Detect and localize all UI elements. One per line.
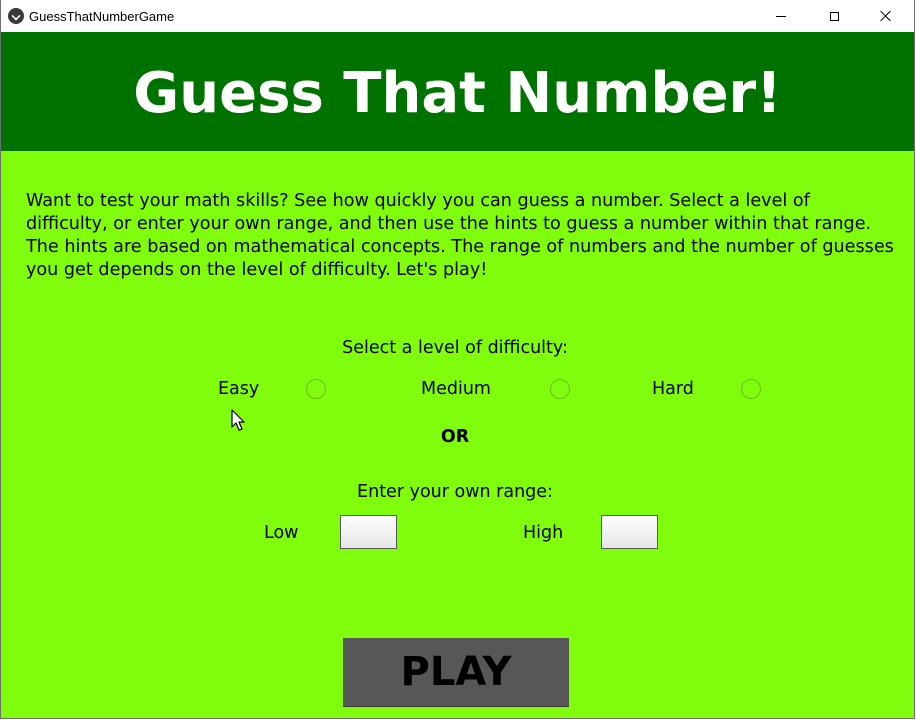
maximize-button[interactable] xyxy=(811,0,857,32)
range-prompt: Enter your own range: xyxy=(357,482,553,502)
minimize-icon xyxy=(776,15,786,17)
app-logo-icon xyxy=(8,8,24,24)
difficulty-label-hard[interactable]: Hard xyxy=(652,379,694,399)
or-separator: OR xyxy=(440,427,470,447)
difficulty-radio-medium[interactable] xyxy=(550,379,570,399)
close-icon xyxy=(880,10,892,22)
high-label: High xyxy=(523,523,564,543)
difficulty-prompt: Select a level of difficulty: xyxy=(342,338,568,358)
difficulty-label-easy[interactable]: Easy xyxy=(218,379,259,399)
minimize-button[interactable] xyxy=(758,0,804,32)
title-bar[interactable]: GuessThatNumberGame xyxy=(1,0,914,32)
low-label: Low xyxy=(264,523,299,543)
close-button[interactable] xyxy=(863,0,909,32)
difficulty-label-medium[interactable]: Medium xyxy=(421,379,491,399)
low-input[interactable] xyxy=(340,515,397,549)
window-title: GuessThatNumberGame xyxy=(29,8,175,24)
app-window: GuessThatNumberGame Guess That Number! W… xyxy=(0,0,915,719)
play-button[interactable]: PLAY xyxy=(343,638,569,706)
high-input[interactable] xyxy=(601,515,658,549)
page-title: Guess That Number! xyxy=(133,61,782,126)
intro-paragraph: Want to test your math skills? See how q… xyxy=(26,191,894,280)
difficulty-radio-hard[interactable] xyxy=(741,379,761,399)
maximize-icon xyxy=(829,11,839,21)
difficulty-radio-easy[interactable] xyxy=(306,379,326,399)
header-banner: Guess That Number! xyxy=(1,32,914,151)
